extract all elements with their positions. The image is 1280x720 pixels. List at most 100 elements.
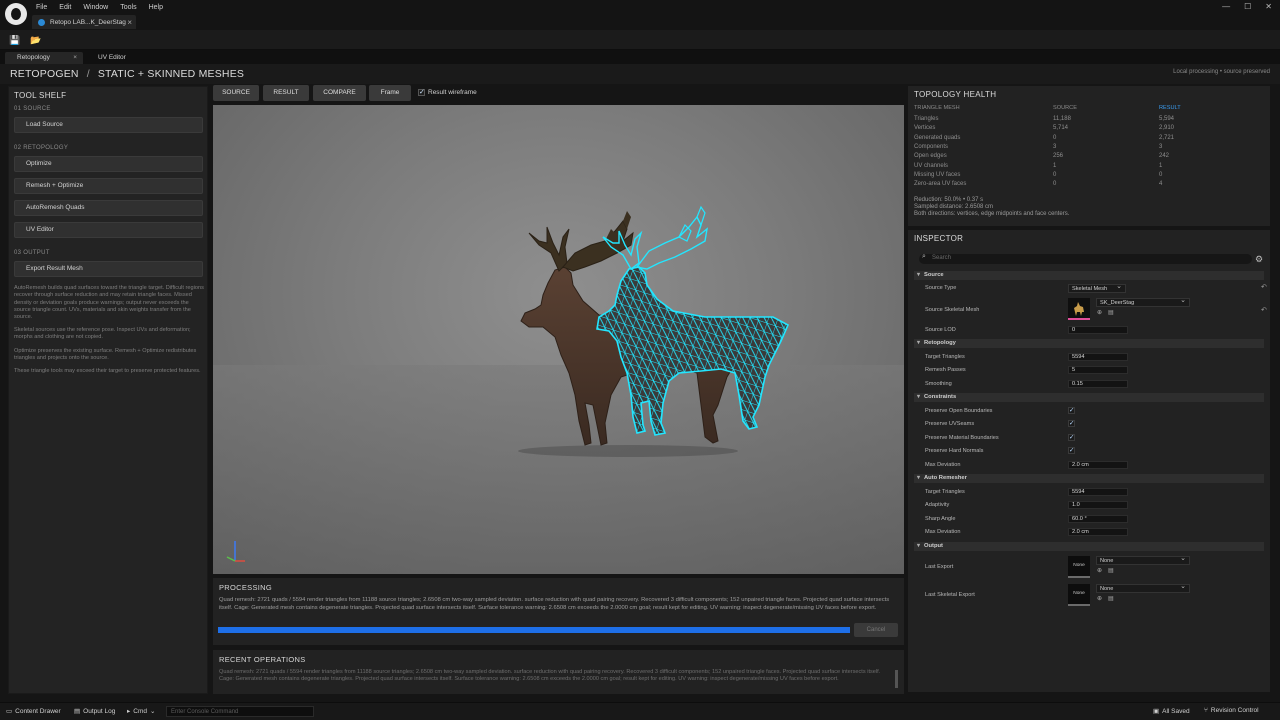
last-skeletal-export-thumbnail[interactable]: None [1068,584,1090,606]
save-status-icon: ▣ [1153,708,1160,715]
gear-icon[interactable]: ⚙ [1255,254,1263,264]
3d-viewport[interactable] [213,105,904,574]
topology-source-value: 0 [1053,181,1057,188]
menu-edit[interactable]: Edit [53,2,77,13]
menu-help[interactable]: Help [143,2,169,13]
all-saved-label: All Saved [1162,707,1190,715]
close-tab-icon[interactable]: × [73,52,77,64]
optimize-button[interactable]: Optimize [14,156,203,172]
max-deviation-field[interactable]: 2.0 cm [1068,461,1128,469]
frame-button[interactable]: Frame [369,85,411,101]
cmd-label: Cmd [133,707,147,715]
processing-status: Local processing • source preserved [1173,69,1270,75]
ar-target-triangles-label: Target Triangles [925,489,965,495]
content-drawer-button[interactable]: ▭ Content Drawer [6,707,61,716]
content-drawer-label: Content Drawer [15,707,61,715]
source-type-label: Source Type [925,285,957,291]
inspector-search-input[interactable]: ⌕ Search [919,253,1252,264]
last-export-thumbnail[interactable]: None [1068,556,1090,578]
browse-icon[interactable]: ▤ [1108,595,1114,602]
close-tab-icon[interactable]: × [127,18,132,27]
compare-view-button[interactable]: COMPARE [313,85,366,101]
topology-health-panel: TOPOLOGY HEALTH TRIANGLE MESH SOURCE RES… [908,86,1270,226]
source-type-dropdown[interactable]: Skeletal Mesh [1068,283,1126,293]
browse-icon[interactable]: ▤ [1108,309,1114,316]
uv-editor-button[interactable]: UV Editor [14,222,203,238]
category-auto-remesher[interactable]: Auto Remesher [914,474,1264,483]
preserve-open-boundaries-checkbox[interactable] [1068,406,1075,414]
last-skeletal-export-dropdown[interactable]: None [1096,583,1190,593]
level-icon [38,18,45,26]
reset-icon[interactable]: ↶ [1261,283,1267,291]
tab-retopology[interactable]: Retopology × [5,52,83,64]
result-view-button[interactable]: RESULT [263,85,309,101]
ar-max-deviation-field[interactable]: 2.0 cm [1068,528,1128,536]
browse-icon[interactable]: ▤ [1108,567,1114,574]
preserve-material-boundaries-checkbox[interactable] [1068,433,1075,441]
tab-uv-editor[interactable]: UV Editor [86,52,146,64]
ar-target-triangles-field[interactable]: 5594 [1068,488,1128,496]
use-selected-icon[interactable]: ⊕ [1097,309,1102,316]
cmd-dropdown[interactable]: ▸ Cmd ⌄ [127,707,155,716]
save-icon[interactable]: 💾 [9,34,21,46]
preserve-hard-normals-checkbox[interactable] [1068,446,1075,454]
content-browser-icon[interactable]: 📂 [30,34,42,46]
minimize-icon[interactable]: — [1222,2,1230,11]
document-tab[interactable]: Retopo LAB...K_DeerStag × [32,15,136,29]
recent-operations-scrollbar[interactable] [895,670,898,688]
load-source-button[interactable]: Load Source [14,117,203,133]
output-log-icon: ▤ [74,708,81,715]
export-result-mesh-button[interactable]: Export Result Mesh [14,261,203,277]
topology-metric-label: UV channels [914,162,949,169]
unreal-logo-icon[interactable] [5,3,27,25]
result-wireframe-toggle[interactable]: Result wireframe [418,88,477,96]
target-triangles-field[interactable]: 5594 [1068,353,1128,361]
cancel-button[interactable]: Cancel [854,623,898,637]
recent-operations-log: Quad remesh: 2721 quads / 5594 render tr… [219,669,881,683]
topology-source-value: 5,714 [1053,125,1069,132]
revision-control-button[interactable]: ⑂ Revision Control [1204,707,1259,714]
reset-icon[interactable]: ↶ [1261,306,1267,314]
source-view-button[interactable]: SOURCE [213,85,259,101]
category-output[interactable]: Output [914,542,1264,551]
menu-file[interactable]: File [30,2,53,13]
deer-thumbnail-icon [1074,302,1084,316]
remesh-optimize-button[interactable]: Remesh + Optimize [14,178,203,194]
console-command-input[interactable]: Enter Console Command [166,706,314,717]
category-retopology[interactable]: Retopology [914,339,1264,348]
sharp-angle-label: Sharp Angle [925,516,956,522]
category-constraints[interactable]: Constraints [914,393,1264,402]
adaptivity-field[interactable]: 1.0 [1068,501,1128,509]
all-saved-button[interactable]: ▣ All Saved [1153,707,1190,716]
topology-source-value: 3 [1053,143,1057,150]
category-source[interactable]: Source [914,271,1264,280]
directions-note: Both directions: vertices, edge midpoint… [914,211,1070,217]
topology-row: Vertices 5,714 2,910 [914,125,1264,134]
axis-gizmo-icon [226,541,245,562]
sharp-angle-field[interactable]: 60.0 ° [1068,515,1128,523]
smoothing-field[interactable]: 0.15 [1068,380,1128,388]
tab-retopology-label: Retopology [17,54,50,61]
preserve-uvseams-checkbox[interactable] [1068,419,1075,427]
topology-metric-label: Vertices [914,125,936,132]
menu-tools[interactable]: Tools [114,2,142,13]
remesh-passes-field[interactable]: 5 [1068,366,1128,374]
source-skeletal-mesh-dropdown[interactable]: SK_DeerStag [1096,297,1190,307]
maximize-icon[interactable]: ☐ [1244,2,1251,11]
sampled-distance-note: Sampled distance: 2.6508 cm [914,204,994,210]
use-selected-icon[interactable]: ⊕ [1097,567,1102,574]
result-wireframe-checkbox[interactable] [418,88,425,96]
col-result: RESULT [1159,105,1181,111]
section-source: 01 SOURCE [14,106,51,112]
topology-result-value: 5,594 [1159,116,1175,122]
output-log-button[interactable]: ▤ Output Log [74,707,115,716]
source-lod-field[interactable]: 0 [1068,326,1128,334]
topology-metric-label: Generated quads [914,134,961,141]
topology-metric-label: Open edges [914,153,947,160]
last-export-dropdown[interactable]: None [1096,555,1190,565]
deer-thumbnail[interactable] [1068,298,1090,320]
menu-window[interactable]: Window [77,2,114,13]
use-selected-icon[interactable]: ⊕ [1097,595,1102,602]
close-window-icon[interactable]: ✕ [1265,2,1272,11]
autoremesh-quads-button[interactable]: AutoRemesh Quads [14,200,203,216]
